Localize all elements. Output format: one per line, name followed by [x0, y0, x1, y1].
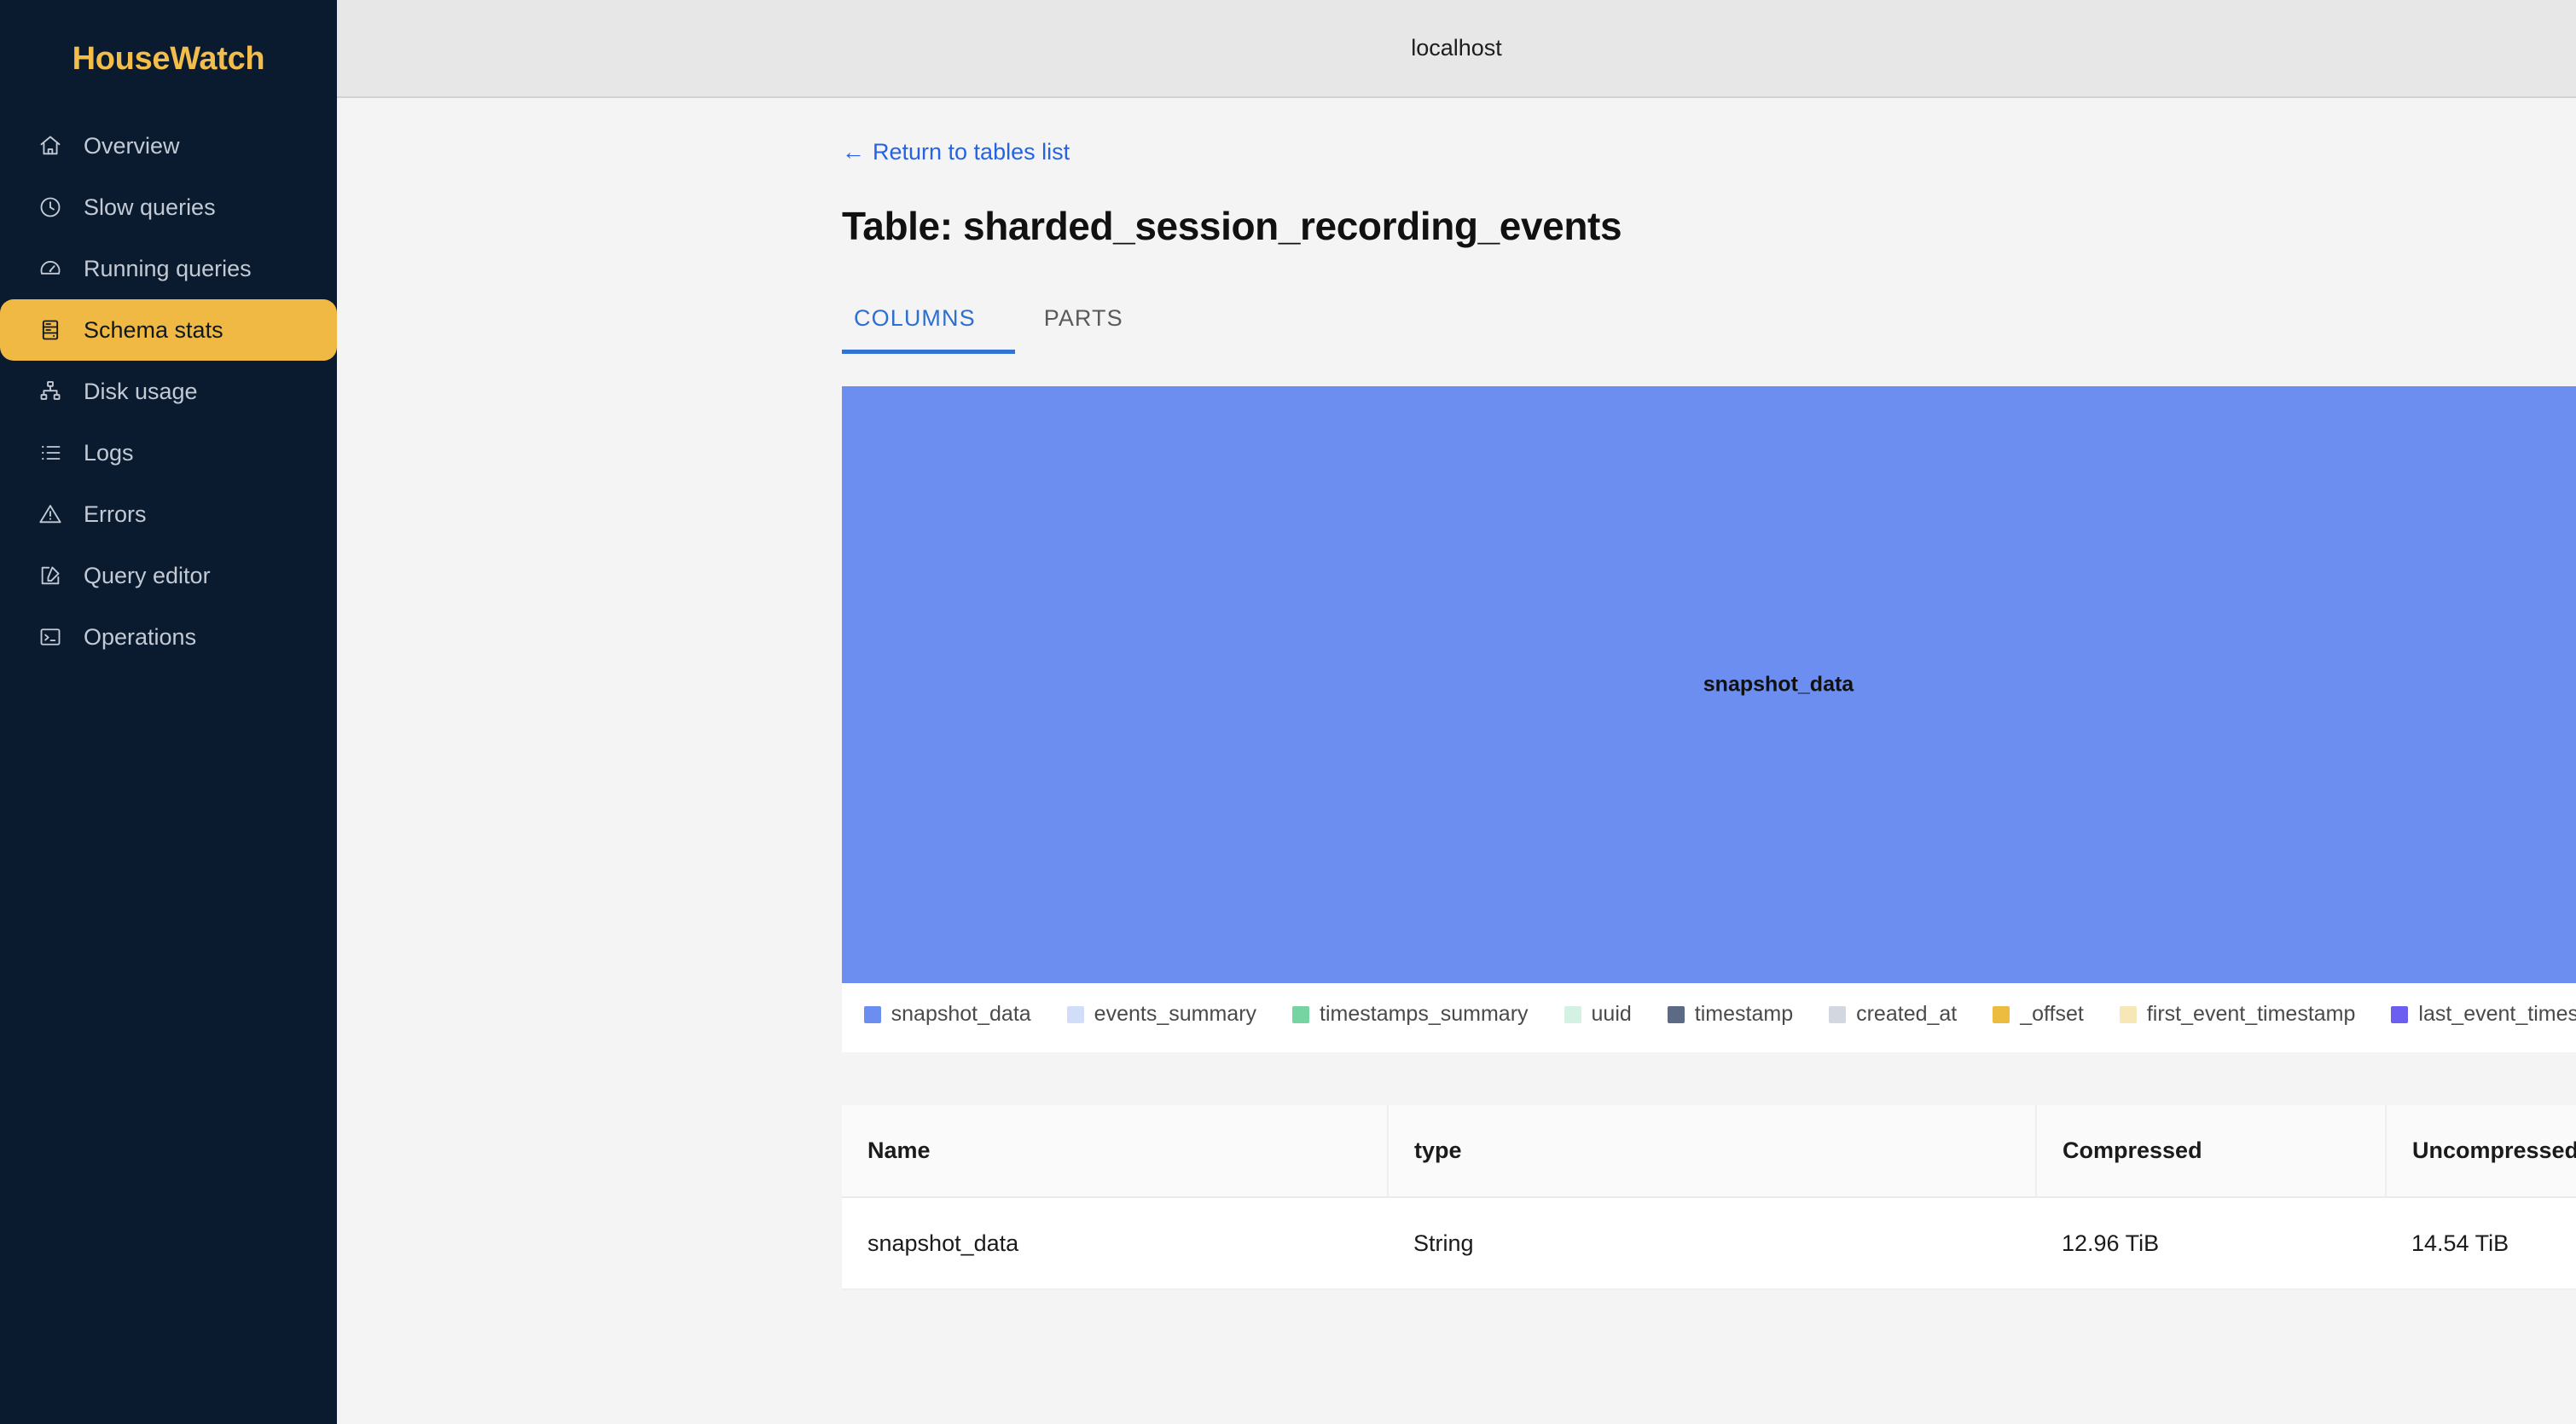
- sidebar-item-logs[interactable]: Logs: [0, 422, 337, 483]
- columns-table-wrapper: Name type Compressed Uncompressed snapsh…: [842, 1105, 2576, 1290]
- legend-item[interactable]: created_at: [1829, 1002, 1957, 1027]
- sidebar-item-query-editor[interactable]: Query editor: [0, 545, 337, 606]
- main-area: localhost ← Return to tables list Table:…: [337, 0, 2576, 1424]
- content-scroll: ← Return to tables list Table: sharded_s…: [337, 98, 2576, 1424]
- legend-label: snapshot_data: [891, 1002, 1031, 1027]
- legend-item[interactable]: timestamps_summary: [1292, 1002, 1529, 1027]
- app-logo: HouseWatch: [0, 26, 337, 115]
- list-icon: [38, 440, 63, 466]
- treemap-legend: snapshot_data events_summary timestamps_su…: [842, 983, 2576, 1052]
- legend-swatch-icon: [1993, 1006, 2010, 1023]
- legend-swatch-icon: [1668, 1006, 1685, 1023]
- legend-label: uuid: [1592, 1002, 1632, 1027]
- sidebar-item-overview[interactable]: Overview: [0, 115, 337, 177]
- sidebar-item-label: Overview: [84, 133, 180, 159]
- legend-swatch-icon: [2391, 1006, 2408, 1023]
- legend-swatch-icon: [1292, 1006, 1309, 1023]
- sidebar-item-label: Disk usage: [84, 379, 198, 405]
- legend-label: timestamp: [1695, 1002, 1793, 1027]
- columns-table: Name type Compressed Uncompressed snapsh…: [842, 1105, 2576, 1290]
- treemap-tile-label: snapshot_data: [842, 673, 2576, 698]
- legend-label: timestamps_summary: [1320, 1002, 1529, 1027]
- sidebar-item-schema-stats[interactable]: Schema stats: [0, 299, 337, 361]
- legend-item[interactable]: first_event_timestamp: [2120, 1002, 2356, 1027]
- sidebar-item-label: Schema stats: [84, 317, 223, 344]
- sidebar-item-operations[interactable]: Operations: [0, 606, 337, 668]
- sidebar-item-label: Operations: [84, 624, 196, 651]
- legend-item[interactable]: uuid: [1564, 1002, 1632, 1027]
- home-icon: [38, 133, 63, 159]
- table-row[interactable]: snapshot_data String 12.96 TiB 14.54 TiB: [842, 1197, 2576, 1289]
- server-rack-icon: [38, 317, 63, 343]
- back-arrow-icon: ←: [842, 139, 865, 165]
- legend-label: events_summary: [1094, 1002, 1256, 1027]
- legend-label: _offset: [2020, 1002, 2084, 1027]
- page-title: Table: sharded_session_recording_events: [842, 203, 2576, 249]
- host-label: localhost: [1411, 35, 1502, 61]
- sidebar-item-label: Logs: [84, 440, 134, 466]
- legend-swatch-icon: [1564, 1006, 1581, 1023]
- legend-swatch-icon: [1829, 1006, 1846, 1023]
- sidebar: HouseWatch Overview Slow queries: [0, 0, 337, 1424]
- cell-name: snapshot_data: [842, 1197, 1388, 1289]
- table-head: Name type Compressed Uncompressed: [842, 1105, 2576, 1197]
- legend-item[interactable]: snapshot_data: [864, 1002, 1031, 1027]
- legend-swatch-icon: [864, 1006, 881, 1023]
- sidebar-item-errors[interactable]: Errors: [0, 483, 337, 545]
- sidebar-item-label: Errors: [84, 501, 147, 528]
- back-link-label: Return to tables list: [873, 139, 1070, 165]
- sidebar-item-label: Query editor: [84, 563, 211, 589]
- treemap-tile[interactable]: snapshot_data: [842, 386, 2576, 983]
- terminal-icon: [38, 624, 63, 650]
- column-header-compressed[interactable]: Compressed: [2036, 1105, 2386, 1197]
- top-bar: localhost: [337, 0, 2576, 98]
- legend-item[interactable]: last_event_timestamp: [2391, 1002, 2576, 1027]
- sidebar-nav: Overview Slow queries Running queries: [0, 115, 337, 668]
- legend-swatch-icon: [1067, 1006, 1084, 1023]
- tab-bar: COLUMNS PARTS: [842, 293, 2576, 354]
- column-header-uncompressed[interactable]: Uncompressed: [2386, 1105, 2576, 1197]
- treemap-card: snapshot_data: [842, 386, 2576, 983]
- tab-parts[interactable]: PARTS: [1015, 293, 1152, 354]
- legend-item[interactable]: timestamp: [1668, 1002, 1793, 1027]
- sitemap-icon: [38, 379, 63, 404]
- table-body: snapshot_data String 12.96 TiB 14.54 TiB: [842, 1197, 2576, 1289]
- sidebar-item-disk-usage[interactable]: Disk usage: [0, 361, 337, 422]
- legend-label: created_at: [1856, 1002, 1957, 1027]
- clock-icon: [38, 194, 63, 220]
- table-header-row: Name type Compressed Uncompressed: [842, 1105, 2576, 1197]
- warning-triangle-icon: [38, 501, 63, 527]
- gauge-icon: [38, 256, 63, 281]
- edit-square-icon: [38, 563, 63, 588]
- return-to-tables-list-link[interactable]: ← Return to tables list: [842, 139, 1070, 165]
- treemap-chart[interactable]: snapshot_data: [842, 386, 2576, 983]
- app-root: HouseWatch Overview Slow queries: [0, 0, 2576, 1424]
- tab-columns[interactable]: COLUMNS: [842, 293, 1015, 354]
- legend-swatch-icon: [2120, 1006, 2137, 1023]
- sidebar-item-slow-queries[interactable]: Slow queries: [0, 177, 337, 238]
- column-header-type[interactable]: type: [1388, 1105, 2036, 1197]
- column-header-name[interactable]: Name: [842, 1105, 1388, 1197]
- legend-label: last_event_timestamp: [2418, 1002, 2576, 1027]
- sidebar-item-label: Running queries: [84, 256, 252, 282]
- cell-type: String: [1388, 1197, 2036, 1289]
- legend-label: first_event_timestamp: [2147, 1002, 2356, 1027]
- sidebar-item-running-queries[interactable]: Running queries: [0, 238, 337, 299]
- legend-item[interactable]: events_summary: [1067, 1002, 1256, 1027]
- cell-compressed: 12.96 TiB: [2036, 1197, 2386, 1289]
- legend-item[interactable]: _offset: [1993, 1002, 2084, 1027]
- sidebar-item-label: Slow queries: [84, 194, 216, 221]
- cell-uncompressed: 14.54 TiB: [2386, 1197, 2576, 1289]
